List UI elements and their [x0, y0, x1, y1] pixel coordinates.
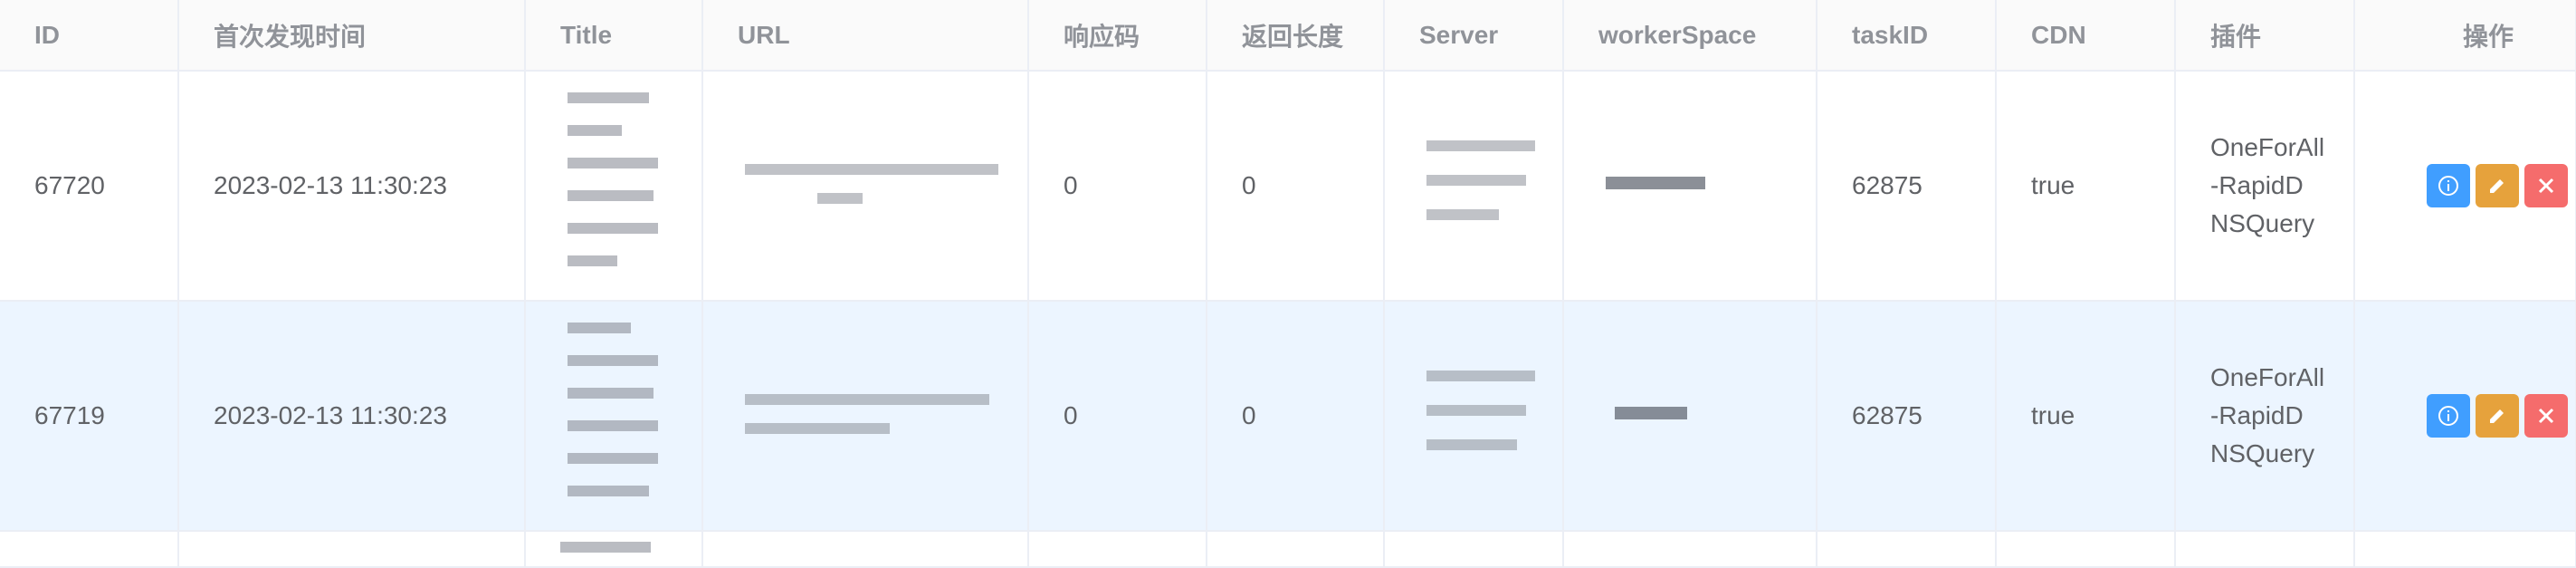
cell-first-seen — [178, 531, 526, 568]
results-table: ID 首次发现时间 Title URL 响应码 返回长度 Server work… — [0, 0, 2576, 568]
cell-url-redacted[interactable] — [702, 71, 1029, 302]
header-length[interactable]: 返回长度 — [1207, 0, 1385, 72]
cell-plugin — [2175, 531, 2355, 568]
cell-url — [702, 531, 1029, 568]
action-buttons — [2390, 164, 2575, 207]
cell-actions — [2354, 301, 2576, 532]
cell-length: 0 — [1207, 301, 1385, 532]
info-icon — [2438, 176, 2458, 196]
header-actions: 操作 — [2354, 0, 2576, 72]
cell-first-seen: 2023-02-13 11:30:23 — [178, 301, 526, 532]
cell-workspace — [1563, 531, 1818, 568]
cell-url-redacted[interactable] — [702, 301, 1029, 532]
cell-cdn: true — [1996, 301, 2176, 532]
header-workspace[interactable]: workerSpace — [1563, 0, 1818, 72]
cell-cdn — [1996, 531, 2176, 568]
redacted-title-pixels — [567, 91, 658, 266]
cell-id — [0, 531, 179, 568]
info-button[interactable] — [2426, 164, 2470, 207]
cell-workspace-redacted — [1563, 301, 1818, 532]
cell-first-seen: 2023-02-13 11:30:23 — [178, 71, 526, 302]
redacted-workspace-pixels — [1605, 176, 1705, 189]
cell-length: 0 — [1207, 71, 1385, 302]
info-icon — [2438, 406, 2458, 426]
cell-server-redacted — [1384, 301, 1564, 532]
redacted-url-pixels — [744, 163, 998, 204]
plugin-line: -RapidD — [2210, 401, 2304, 429]
header-first-seen[interactable]: 首次发现时间 — [178, 0, 526, 72]
header-status-code[interactable]: 响应码 — [1028, 0, 1207, 72]
header-id[interactable]: ID — [0, 0, 179, 72]
redacted-server-pixels — [1426, 140, 1535, 220]
plugin-line: NSQuery — [2210, 439, 2315, 467]
cell-title-redacted — [525, 301, 703, 532]
header-plugin[interactable]: 插件 — [2175, 0, 2355, 72]
plugin-line: -RapidD — [2210, 171, 2304, 199]
cell-status-code: 0 — [1028, 301, 1207, 532]
cell-task-id: 62875 — [1817, 301, 1997, 532]
edit-icon — [2489, 409, 2504, 423]
header-url[interactable]: URL — [702, 0, 1029, 72]
plugin-line: OneForAll — [2210, 363, 2325, 391]
plugin-line: NSQuery — [2210, 209, 2315, 237]
cell-task-id — [1817, 531, 1997, 568]
close-icon — [2538, 408, 2553, 424]
edit-button[interactable] — [2475, 164, 2519, 207]
delete-button[interactable] — [2524, 394, 2568, 438]
cell-server — [1384, 531, 1564, 568]
table-header-row: ID 首次发现时间 Title URL 响应码 返回长度 Server work… — [0, 0, 2576, 72]
edit-button[interactable] — [2475, 394, 2519, 438]
header-task-id[interactable]: taskID — [1817, 0, 1997, 72]
cell-status-code: 0 — [1028, 71, 1207, 302]
info-button[interactable] — [2426, 394, 2470, 438]
cell-id: 67720 — [0, 71, 179, 302]
redacted-workspace-pixels — [1614, 406, 1687, 419]
cell-cdn: true — [1996, 71, 2176, 302]
redacted-url-pixels — [744, 393, 989, 434]
cell-plugin: OneForAll -RapidD NSQuery — [2175, 301, 2355, 532]
header-cdn[interactable]: CDN — [1996, 0, 2176, 72]
cell-actions — [2354, 71, 2576, 302]
cell-id: 67719 — [0, 301, 179, 532]
cell-title-redacted — [525, 531, 703, 568]
table-row[interactable] — [0, 531, 2576, 568]
plugin-line: OneForAll — [2210, 133, 2325, 161]
table-row[interactable]: 67719 2023-02-13 11:30:23 0 0 62875 true… — [0, 301, 2576, 532]
edit-icon — [2489, 179, 2504, 193]
cell-task-id: 62875 — [1817, 71, 1997, 302]
cell-length — [1207, 531, 1385, 568]
header-title[interactable]: Title — [525, 0, 703, 72]
cell-plugin: OneForAll -RapidD NSQuery — [2175, 71, 2355, 302]
table-row[interactable]: 67720 2023-02-13 11:30:23 0 0 62875 true… — [0, 71, 2576, 302]
cell-workspace-redacted — [1563, 71, 1818, 302]
redacted-title-pixels — [560, 542, 651, 553]
cell-actions — [2354, 531, 2576, 568]
redacted-title-pixels — [567, 322, 658, 496]
action-buttons — [2390, 394, 2575, 438]
cell-title-redacted — [525, 71, 703, 302]
header-server[interactable]: Server — [1384, 0, 1564, 72]
redacted-server-pixels — [1426, 370, 1535, 450]
cell-status-code — [1028, 531, 1207, 568]
cell-server-redacted — [1384, 71, 1564, 302]
close-icon — [2538, 178, 2553, 194]
delete-button[interactable] — [2524, 164, 2568, 207]
